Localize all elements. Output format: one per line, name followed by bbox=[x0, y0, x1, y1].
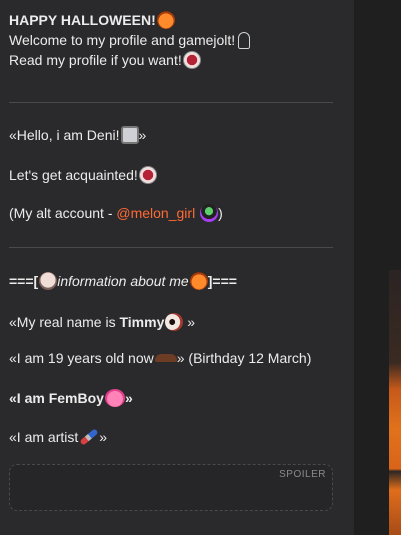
age-line: «I am 19 years old now » (Birthday 12 Mar… bbox=[9, 348, 339, 368]
femboy-line: «I am FemBoy » bbox=[9, 388, 339, 408]
artist-section: «I am artist » bbox=[9, 427, 339, 447]
eye-icon bbox=[165, 313, 184, 331]
spoiler-label: SPOILER bbox=[279, 469, 326, 480]
age-suffix: » (Birthday 12 March) bbox=[176, 350, 312, 366]
alt-line: (My alt account - @melon_girl ) bbox=[9, 203, 339, 223]
ghost-icon bbox=[238, 32, 251, 49]
info-heading: ===[ information about me ]=== bbox=[9, 271, 339, 291]
realname-prefix: «My real name is bbox=[9, 314, 120, 330]
header-title: HAPPY HALLOWEEN! bbox=[9, 12, 156, 28]
welcome-line: Welcome to my profile and gamejolt! bbox=[9, 30, 339, 50]
acquainted-section: Let's get acquainted! bbox=[9, 165, 339, 185]
hello-text: «Hello, i am Deni! bbox=[9, 127, 120, 143]
profile-bio: HAPPY HALLOWEEN! Welcome to my profile a… bbox=[9, 10, 339, 70]
skull-icon bbox=[39, 272, 58, 290]
realname-line: «My real name is Timmy » bbox=[9, 312, 339, 332]
info-text: information about me bbox=[57, 273, 189, 289]
pumpkin-icon bbox=[189, 272, 208, 290]
spoiler-block[interactable]: SPOILER bbox=[9, 464, 333, 511]
background-art bbox=[389, 270, 401, 535]
info-section: ===[ information about me ]=== bbox=[9, 271, 339, 291]
femboy-text: «I am FemBoy bbox=[9, 390, 104, 406]
realname-suffix: » bbox=[187, 314, 196, 330]
intro-section: «Hello, i am Deni! » bbox=[9, 125, 339, 145]
pumpkin-icon bbox=[156, 11, 175, 29]
acquainted-text: Let's get acquainted! bbox=[9, 167, 138, 183]
spiky-eye-icon bbox=[138, 166, 157, 184]
alt-prefix: (My alt account - bbox=[9, 205, 117, 221]
tv-icon bbox=[120, 126, 139, 144]
welcome-text: Welcome to my profile and gamejolt! bbox=[9, 32, 236, 48]
avatar[interactable] bbox=[200, 204, 219, 222]
alt-suffix: ) bbox=[218, 205, 223, 221]
artist-line: «I am artist » bbox=[9, 427, 339, 447]
artist-suffix: » bbox=[99, 429, 108, 445]
realname-section: «My real name is Timmy » bbox=[9, 312, 339, 332]
side-area bbox=[354, 0, 401, 535]
acquainted-line: Let's get acquainted! bbox=[9, 165, 339, 185]
profile-panel: HAPPY HALLOWEEN! Welcome to my profile a… bbox=[0, 0, 354, 535]
heart-icon bbox=[104, 389, 125, 407]
divider bbox=[9, 102, 333, 103]
info-prefix: ===[ bbox=[9, 273, 39, 289]
divider bbox=[9, 247, 333, 248]
header-line: HAPPY HALLOWEEN! bbox=[9, 10, 339, 30]
mustache-icon bbox=[154, 354, 177, 362]
spiky-eye-icon bbox=[182, 51, 201, 69]
artist-text: «I am artist bbox=[9, 429, 79, 445]
femboy-section: «I am FemBoy » bbox=[9, 388, 339, 408]
paintbrush-icon bbox=[79, 428, 99, 446]
age-text: «I am 19 years old now bbox=[9, 350, 154, 366]
read-line: Read my profile if you want! bbox=[9, 50, 339, 70]
alt-account-link[interactable]: @melon_girl bbox=[116, 205, 195, 221]
femboy-suffix: » bbox=[124, 390, 133, 406]
age-section: «I am 19 years old now » (Birthday 12 Mar… bbox=[9, 348, 339, 368]
hello-line: «Hello, i am Deni! » bbox=[9, 125, 339, 145]
alt-account-section: (My alt account - @melon_girl ) bbox=[9, 203, 339, 223]
hello-close: » bbox=[138, 127, 147, 143]
read-text: Read my profile if you want! bbox=[9, 52, 182, 68]
info-suffix: ]=== bbox=[207, 273, 237, 289]
realname-value: Timmy bbox=[119, 314, 165, 330]
